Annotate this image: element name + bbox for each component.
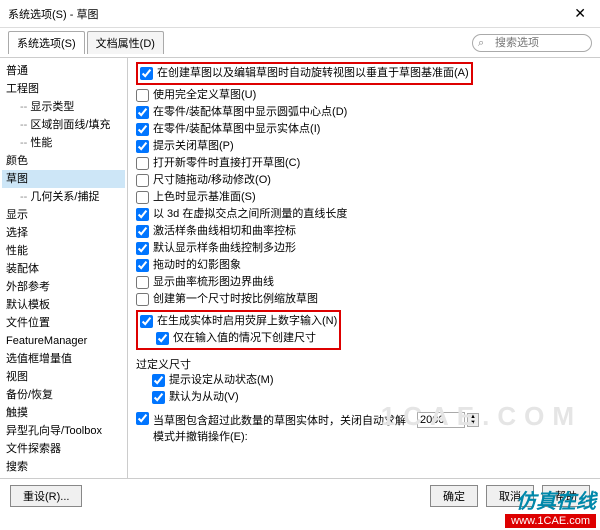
options-panel: 1CAE.COM 在创建草图以及编辑草图时自动旋转视图以垂直于草图基准面(A) … [128, 58, 600, 478]
window-title: 系统选项(S) - 草图 [8, 6, 568, 22]
chk-c6[interactable] [136, 157, 149, 170]
chk-c18[interactable] [152, 391, 165, 404]
chk-c18-label: 默认为从动(V) [169, 390, 239, 405]
chk-c13-label: 显示曲率梳形图边界曲线 [153, 275, 274, 290]
tree-item[interactable]: 文件位置 [2, 314, 125, 332]
chk-c7-label: 尺寸随拖动/移动修改(O) [153, 173, 271, 188]
tree-item[interactable]: 性能 [2, 134, 125, 152]
chk-c12[interactable] [136, 259, 149, 272]
tree-item[interactable]: 异型孔向导/Toolbox [2, 422, 125, 440]
chk-c17-label: 提示设定从动状态(M) [169, 373, 274, 388]
chk-c7[interactable] [136, 174, 149, 187]
chk-c11[interactable] [136, 242, 149, 255]
chk-c8-label: 上色时显示基准面(S) [153, 190, 256, 205]
chk-c10-label: 激活样条曲线相切和曲率控标 [153, 224, 296, 239]
tree-item[interactable]: 工程图 [2, 80, 125, 98]
chk-c12-label: 拖动时的幻影图象 [153, 258, 241, 273]
tree-item[interactable]: 草图 [2, 170, 125, 188]
tree-item[interactable]: 显示 [2, 206, 125, 224]
tree-item[interactable]: 区域剖面线/填充 [2, 116, 125, 134]
chk-autosolve-threshold-label: 当草图包含超过此数量的草图实体时，关闭自动求解模式并撤销操作(E): [153, 412, 413, 444]
tree-item[interactable]: 触摸 [2, 404, 125, 422]
autosolve-threshold-input[interactable] [417, 412, 465, 428]
footer-brand: 仿真在线 www.1CAE.com [505, 485, 596, 528]
search-input[interactable] [472, 34, 592, 52]
chk-numeric-input-label: 在生成实体时启用荧屏上数字输入(N) [157, 314, 337, 329]
tree-item[interactable]: 文件探索器 [2, 440, 125, 458]
chk-c5-label: 提示关闭草图(P) [153, 139, 234, 154]
chk-c14-label: 创建第一个尺寸时按比例缩放草图 [153, 292, 318, 307]
tab-system-options[interactable]: 系统选项(S) [8, 31, 85, 54]
chk-c2-label: 使用完全定义草图(U) [153, 88, 256, 103]
tree-item[interactable]: 外部参考 [2, 278, 125, 296]
chk-c8[interactable] [136, 191, 149, 204]
ok-button[interactable]: 确定 [430, 485, 478, 507]
tree-item[interactable]: 性能 [2, 242, 125, 260]
chk-c10[interactable] [136, 225, 149, 238]
tree-item[interactable]: FeatureManager [2, 332, 125, 350]
spin-down-icon[interactable]: ▼ [468, 420, 478, 426]
tree-item[interactable]: 协作 [2, 476, 125, 478]
tree-item[interactable]: 普通 [2, 62, 125, 80]
footer-url: www.1CAE.com [505, 514, 596, 528]
reset-button[interactable]: 重设(R)... [10, 485, 82, 507]
tree-item[interactable]: 选值框增量值 [2, 350, 125, 368]
chk-create-dim-on-input[interactable] [156, 332, 169, 345]
chk-c4[interactable] [136, 123, 149, 136]
chk-c14[interactable] [136, 293, 149, 306]
chk-c3-label: 在零件/装配体草图中显示圆弧中心点(D) [153, 105, 347, 120]
tree-item[interactable]: 搜索 [2, 458, 125, 476]
tree-item[interactable]: 显示类型 [2, 98, 125, 116]
chk-auto-rotate[interactable] [140, 67, 153, 80]
category-tree: 普通工程图显示类型区域剖面线/填充性能颜色草图几何关系/捕捉显示选择性能装配体外… [0, 58, 128, 478]
chk-autosolve-threshold[interactable] [136, 412, 149, 425]
tree-item[interactable]: 几何关系/捕捉 [2, 188, 125, 206]
tree-item[interactable]: 视图 [2, 368, 125, 386]
tree-item[interactable]: 选择 [2, 224, 125, 242]
chk-c13[interactable] [136, 276, 149, 289]
tree-item[interactable]: 装配体 [2, 260, 125, 278]
chk-numeric-input[interactable] [140, 315, 153, 328]
footer-brand-text: 仿真在线 [505, 485, 596, 514]
chk-c6-label: 打开新零件时直接打开草图(C) [153, 156, 300, 171]
chk-auto-rotate-label: 在创建草图以及编辑草图时自动旋转视图以垂直于草图基准面(A) [157, 66, 469, 81]
chk-c9[interactable] [136, 208, 149, 221]
chk-c3[interactable] [136, 106, 149, 119]
tree-item[interactable]: 备份/恢复 [2, 386, 125, 404]
chk-c9-label: 以 3d 在虚拟交点之间所测量的直线长度 [153, 207, 347, 222]
tree-item[interactable]: 默认模板 [2, 296, 125, 314]
chk-c11-label: 默认显示样条曲线控制多边形 [153, 241, 296, 256]
tab-document-properties[interactable]: 文档属性(D) [87, 31, 164, 54]
chk-c2[interactable] [136, 89, 149, 102]
close-icon[interactable]: ✕ [568, 3, 592, 24]
chk-create-dim-on-input-label: 仅在输入值的情况下创建尺寸 [173, 331, 316, 346]
search-icon: ⌕ [478, 37, 484, 50]
chk-c17[interactable] [152, 374, 165, 387]
chk-c5[interactable] [136, 140, 149, 153]
section-overdefined: 过定义尺寸 [136, 356, 590, 372]
tab-bar: 系统选项(S) 文档属性(D) [8, 31, 164, 54]
chk-c4-label: 在零件/装配体草图中显示实体点(I) [153, 122, 320, 137]
tree-item[interactable]: 颜色 [2, 152, 125, 170]
